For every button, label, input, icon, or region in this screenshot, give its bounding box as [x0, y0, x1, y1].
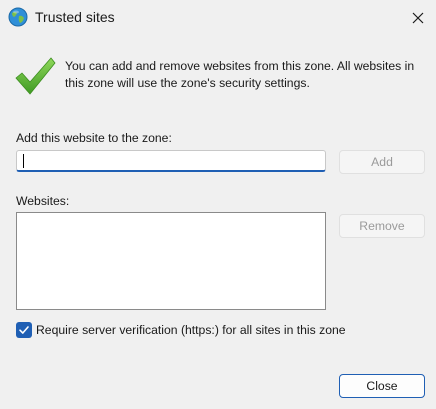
close-icon[interactable] — [408, 8, 428, 28]
verification-checkbox[interactable] — [16, 322, 32, 338]
text-caret — [23, 154, 24, 168]
websites-list[interactable] — [16, 212, 326, 310]
window-title: Trusted sites — [35, 9, 115, 25]
globe-icon — [8, 7, 28, 27]
remove-button[interactable]: Remove — [339, 214, 425, 238]
verification-row[interactable]: Require server verification (https:) for… — [16, 321, 346, 339]
close-button[interactable]: Close — [339, 374, 425, 398]
add-website-input[interactable] — [16, 150, 326, 172]
checkmark-icon — [15, 57, 56, 95]
checkmark-icon — [19, 326, 29, 334]
trusted-sites-dialog: Trusted sites You can add and remove web… — [0, 0, 436, 409]
websites-label: Websites: — [16, 194, 70, 208]
info-text: You can add and remove websites from thi… — [65, 59, 415, 90]
title-bar: Trusted sites — [0, 0, 436, 34]
add-website-label: Add this website to the zone: — [16, 131, 172, 145]
verification-label: Require server verification (https:) for… — [36, 323, 346, 337]
add-button[interactable]: Add — [339, 150, 425, 174]
